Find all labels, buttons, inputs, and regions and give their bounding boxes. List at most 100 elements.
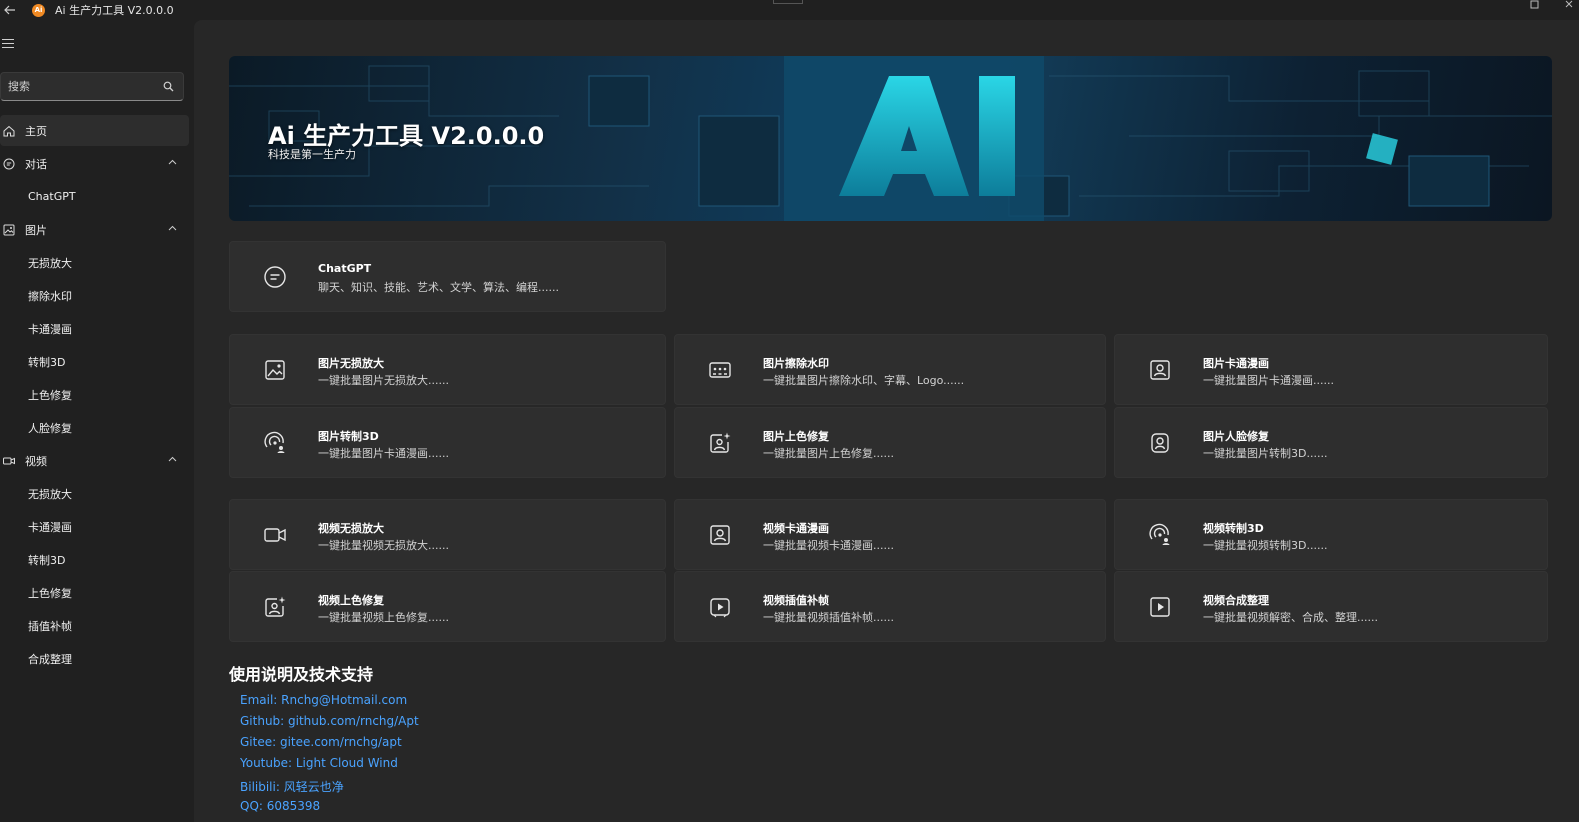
card-video-upscale[interactable]: 视频无损放大 一键批量视频无损放大...... xyxy=(229,499,666,570)
person-square-icon xyxy=(710,525,730,545)
card-desc: 一键批量图片上色修复...... xyxy=(763,447,894,460)
chevron-up-icon[interactable] xyxy=(168,225,177,231)
nav-sub-video-cartoon[interactable]: 卡通漫画 xyxy=(28,511,72,542)
image-sparkle-icon xyxy=(710,432,731,453)
nav-sub-image-upscale[interactable]: 无损放大 xyxy=(28,247,72,278)
card-title: 图片上色修复 xyxy=(763,430,829,443)
card-title: 图片擦除水印 xyxy=(763,357,829,370)
nav-item-label: 图片 xyxy=(25,223,47,237)
title-bar: Ai Ai 生产力工具 V2.0.0.0 xyxy=(0,0,1579,20)
close-icon[interactable] xyxy=(1565,0,1573,12)
search-input[interactable] xyxy=(8,80,158,93)
chat-icon xyxy=(3,158,15,170)
card-desc: 一键批量图片无损放大...... xyxy=(318,374,449,387)
home-icon xyxy=(3,125,15,137)
back-arrow-icon[interactable] xyxy=(2,2,18,18)
window-controls xyxy=(1530,0,1573,12)
play-square-icon xyxy=(1150,597,1170,617)
nav-item-home[interactable]: 主页 xyxy=(0,115,189,146)
face-scan-icon xyxy=(1151,433,1169,453)
nav-sub-image-3d[interactable]: 转制3D xyxy=(28,346,65,377)
nav-sub-video-interpolate[interactable]: 插值补帧 xyxy=(28,610,72,641)
image-icon xyxy=(265,360,285,380)
card-desc: 一键批量图片擦除水印、字幕、Logo...... xyxy=(763,374,965,387)
card-video-interpolate[interactable]: 视频插值补帧 一键批量视频插值补帧...... xyxy=(674,571,1106,642)
nav-item-label: 视频 xyxy=(25,454,47,468)
chevron-up-icon[interactable] xyxy=(168,456,177,462)
person-square-icon xyxy=(1150,360,1170,380)
title-drag-handle[interactable] xyxy=(773,0,803,4)
nav-item-image[interactable]: 图片 xyxy=(0,214,189,245)
card-desc: 一键批量图片卡通漫画...... xyxy=(318,447,449,460)
card-title: 图片人脸修复 xyxy=(1203,430,1269,443)
card-desc: 一键批量视频卡通漫画...... xyxy=(763,539,894,552)
card-title: 视频无损放大 xyxy=(318,522,384,535)
nav-sub-video-colorize[interactable]: 上色修复 xyxy=(28,577,72,608)
support-title: 使用说明及技术支持 xyxy=(229,665,374,684)
card-image-3d[interactable]: 图片转制3D 一键批量图片卡通漫画...... xyxy=(229,407,666,478)
card-image-upscale[interactable]: 图片无损放大 一键批量图片无损放大...... xyxy=(229,334,666,405)
nav-item-label: 主页 xyxy=(25,124,47,138)
card-image-colorize[interactable]: 图片上色修复 一键批量图片上色修复...... xyxy=(674,407,1106,478)
card-chatgpt[interactable]: ChatGPT 聊天、知识、技能、艺术、文学、算法、编程...... xyxy=(229,241,666,312)
card-title: 视频合成整理 xyxy=(1203,594,1269,607)
radar-person-icon xyxy=(1149,523,1170,545)
window-title: Ai 生产力工具 V2.0.0.0 xyxy=(55,4,174,17)
card-title: ChatGPT xyxy=(318,262,372,275)
nav-sub-video-upscale[interactable]: 无损放大 xyxy=(28,478,72,509)
search-icon[interactable] xyxy=(163,81,174,92)
nav-sub-video-compose[interactable]: 合成整理 xyxy=(28,643,72,674)
link-youtube[interactable]: Youtube: Light Cloud Wind xyxy=(240,756,398,770)
card-video-3d[interactable]: 视频转制3D 一键批量视频转制3D...... xyxy=(1114,499,1548,570)
nav-sub-image-cartoon[interactable]: 卡通漫画 xyxy=(28,313,72,344)
card-title: 视频上色修复 xyxy=(318,594,384,607)
card-video-cartoon[interactable]: 视频卡通漫画 一键批量视频卡通漫画...... xyxy=(674,499,1106,570)
link-github[interactable]: Github: github.com/rnchg/Apt xyxy=(240,714,419,728)
card-title: 图片无损放大 xyxy=(318,357,384,370)
play-frame-icon xyxy=(710,598,730,618)
video-icon xyxy=(3,455,15,467)
nav-sub-image-watermark[interactable]: 擦除水印 xyxy=(28,280,72,311)
nav-sub-video-3d[interactable]: 转制3D xyxy=(28,544,65,575)
card-video-colorize[interactable]: 视频上色修复 一键批量视频上色修复...... xyxy=(229,571,666,642)
card-desc: 一键批量视频上色修复...... xyxy=(318,611,449,624)
nav-sub-image-face[interactable]: 人脸修复 xyxy=(28,412,72,443)
nav-item-label: 对话 xyxy=(25,157,47,171)
card-desc: 聊天、知识、技能、艺术、文学、算法、编程...... xyxy=(318,281,559,294)
main-content: Ai 生产力工具 V2.0.0.0 科技是第一生产力 ChatGPT 聊天、知识… xyxy=(194,20,1579,822)
app-logo-icon: Ai xyxy=(32,3,45,17)
card-title: 图片卡通漫画 xyxy=(1203,357,1269,370)
nav-sub-image-colorize[interactable]: 上色修复 xyxy=(28,379,72,410)
link-qq[interactable]: QQ: 6085398 xyxy=(240,799,320,813)
chevron-up-icon[interactable] xyxy=(168,159,177,165)
card-title: 视频卡通漫画 xyxy=(763,522,829,535)
nav-sub-chatgpt[interactable]: ChatGPT xyxy=(28,181,76,212)
link-email[interactable]: Email: Rnchg@Hotmail.com xyxy=(240,693,407,707)
card-image-face[interactable]: 图片人脸修复 一键批量图片转制3D...... xyxy=(1114,407,1548,478)
video-camera-icon xyxy=(264,528,286,542)
maximize-icon[interactable] xyxy=(1530,0,1539,12)
sidebar: 主页 对话 ChatGPT 图片 无损放大 擦除水印 卡通漫画 转制3D 上色修… xyxy=(0,20,194,822)
link-gitee[interactable]: Gitee: gitee.com/rnchg/apt xyxy=(240,735,402,749)
card-image-watermark[interactable]: 图片擦除水印 一键批量图片擦除水印、字幕、Logo...... xyxy=(674,334,1106,405)
search-box[interactable] xyxy=(0,72,184,101)
card-image-cartoon[interactable]: 图片卡通漫画 一键批量图片卡通漫画...... xyxy=(1114,334,1548,405)
nav-item-video[interactable]: 视频 xyxy=(0,445,189,476)
image-sparkle-icon xyxy=(265,596,286,617)
card-desc: 一键批量视频无损放大...... xyxy=(318,539,449,552)
card-title: 图片转制3D xyxy=(318,430,379,443)
card-video-compose[interactable]: 视频合成整理 一键批量视频解密、合成、整理...... xyxy=(1114,571,1548,642)
card-desc: 一键批量视频插值补帧...... xyxy=(763,611,894,624)
image-icon xyxy=(3,224,15,236)
nav-item-chat[interactable]: 对话 xyxy=(0,148,189,179)
card-desc: 一键批量视频转制3D...... xyxy=(1203,539,1328,552)
card-desc: 一键批量图片卡通漫画...... xyxy=(1203,374,1334,387)
banner-subtitle: 科技是第一生产力 xyxy=(268,148,356,161)
card-desc: 一键批量视频解密、合成、整理...... xyxy=(1203,611,1378,624)
hamburger-menu-icon[interactable] xyxy=(2,39,14,49)
radar-person-icon xyxy=(264,431,285,453)
link-bilibili[interactable]: Bilibili: 风轻云也净 xyxy=(240,778,344,795)
card-desc: 一键批量图片转制3D...... xyxy=(1203,447,1328,460)
image-multiple-icon xyxy=(709,362,731,378)
card-title: 视频转制3D xyxy=(1203,522,1264,535)
